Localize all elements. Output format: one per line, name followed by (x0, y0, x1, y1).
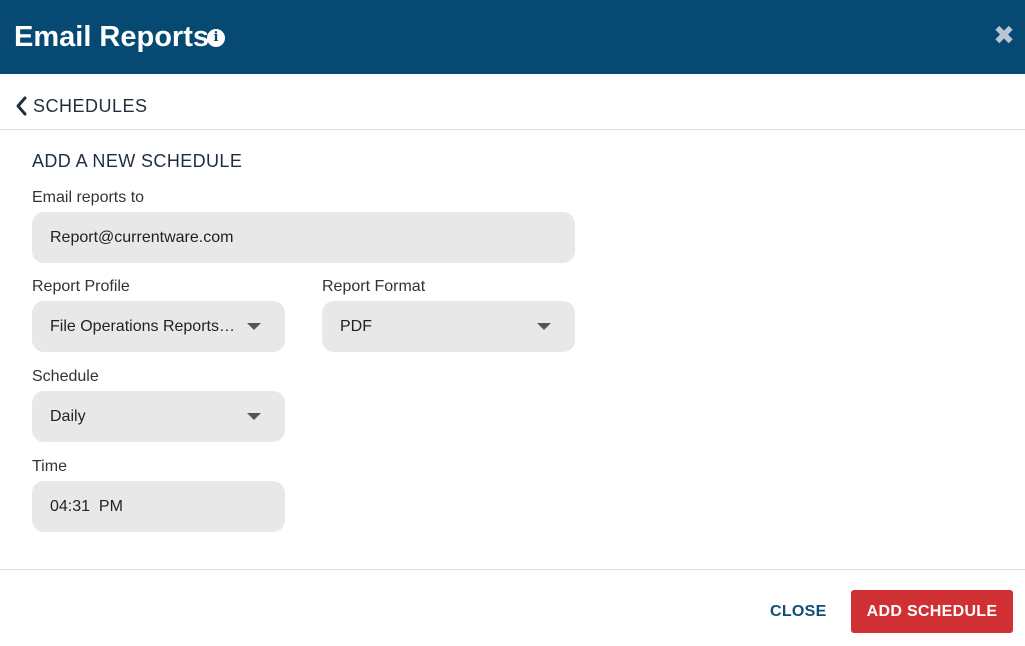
divider (0, 569, 1025, 570)
add-schedule-button[interactable]: ADD SCHEDULE (851, 590, 1013, 633)
email-input[interactable] (50, 212, 575, 264)
dropdown-caret-icon (537, 323, 551, 330)
time-field[interactable]: 04:31 PM (32, 481, 285, 532)
dropdown-caret-icon (247, 413, 261, 420)
close-icon[interactable]: ✖ (992, 22, 1016, 50)
dialog-title: Email Reports (14, 21, 209, 53)
email-label: Email reports to (32, 189, 145, 206)
chevron-left-icon (16, 96, 27, 116)
report-profile-value: File Operations Reports- Yesterday (50, 318, 235, 335)
schedule-select[interactable]: Daily (32, 391, 285, 442)
report-format-select[interactable]: PDF (322, 301, 575, 352)
time-value[interactable]: 04:31 PM (50, 481, 235, 532)
report-format-value: PDF (340, 318, 372, 335)
close-button[interactable]: CLOSE (760, 598, 837, 626)
email-field[interactable] (32, 212, 575, 264)
dialog-header: Email Reports i ✖ (0, 0, 1025, 74)
schedule-value: Daily (50, 408, 86, 425)
dropdown-caret-icon (247, 323, 261, 330)
info-icon[interactable]: i (207, 29, 225, 47)
section-title: ADD A NEW SCHEDULE (32, 151, 243, 171)
divider (0, 129, 1025, 130)
schedule-label: Schedule (32, 368, 99, 385)
time-label: Time (32, 458, 67, 475)
report-profile-select[interactable]: File Operations Reports- Yesterday (32, 301, 285, 352)
back-to-schedules-link[interactable]: SCHEDULES (14, 94, 148, 118)
report-format-label: Report Format (322, 278, 426, 295)
report-profile-label: Report Profile (32, 278, 130, 295)
back-link-label: SCHEDULES (33, 95, 148, 116)
